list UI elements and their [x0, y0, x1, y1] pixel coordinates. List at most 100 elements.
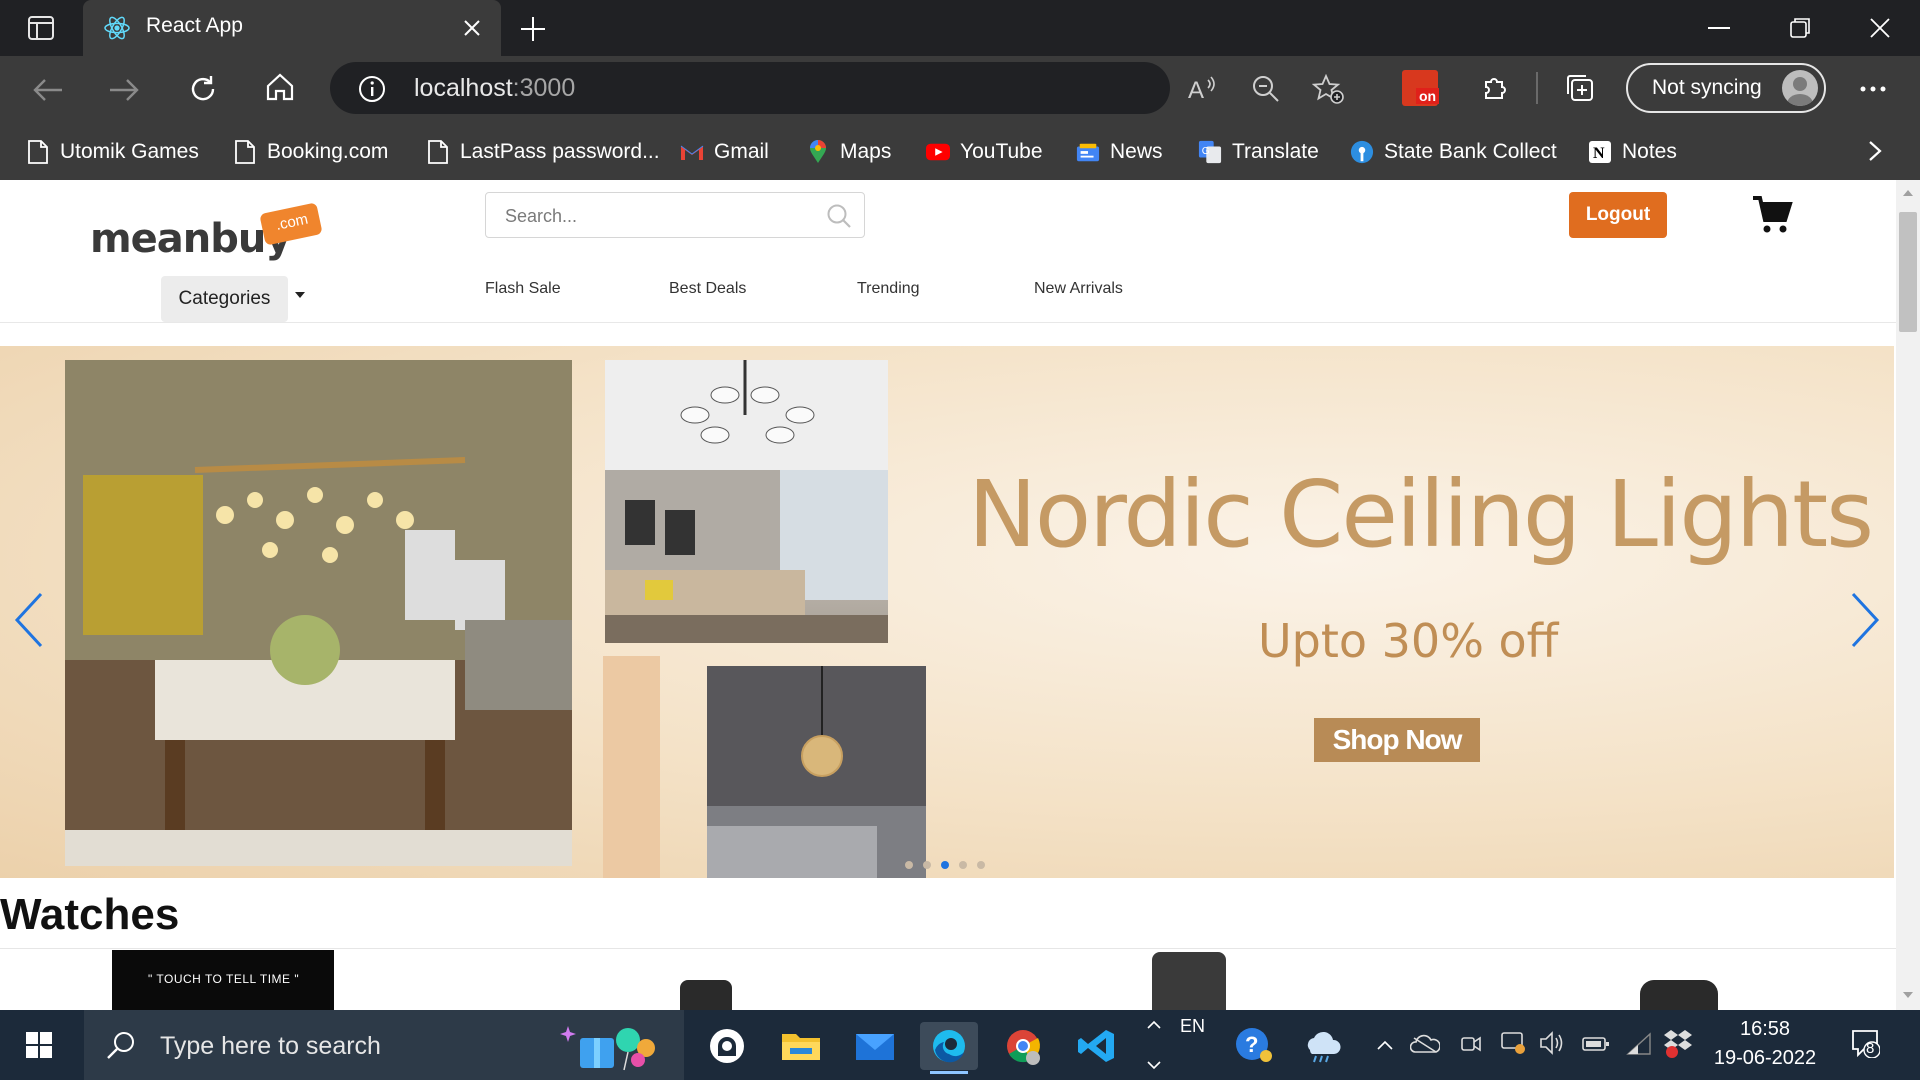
- carousel-dot[interactable]: [941, 861, 949, 869]
- watch-product-image[interactable]: [1152, 952, 1226, 1010]
- categories-button[interactable]: Categories: [161, 276, 288, 322]
- minimize-icon[interactable]: [1708, 27, 1730, 29]
- active-app-indicator: [930, 1071, 968, 1074]
- bookmark-maps[interactable]: Maps: [806, 132, 891, 172]
- edge-icon[interactable]: [920, 1022, 978, 1074]
- search-highlights-icon[interactable]: [558, 1020, 668, 1074]
- dropbox-icon[interactable]: [1664, 1028, 1692, 1058]
- input-language[interactable]: EN: [1180, 1016, 1205, 1037]
- caret-down-icon[interactable]: [295, 292, 305, 298]
- shop-now-button[interactable]: Shop Now: [1314, 718, 1480, 762]
- close-tab-icon[interactable]: [463, 19, 481, 37]
- youtube-icon: [926, 140, 950, 164]
- carousel-next-icon[interactable]: [1850, 592, 1880, 648]
- system-clock[interactable]: 16:58 19-06-2022: [1700, 1018, 1830, 1070]
- site-logo[interactable]: meanbuy .com: [90, 196, 323, 266]
- bookmark-booking[interactable]: Booking.com: [233, 132, 388, 172]
- hero-carousel[interactable]: Nordic Ceiling Lights Upto 30% off Shop …: [0, 346, 1894, 878]
- help-icon[interactable]: ?: [1234, 1026, 1274, 1064]
- file-explorer-icon[interactable]: [772, 1022, 830, 1070]
- bookmark-youtube[interactable]: YouTube: [926, 132, 1043, 172]
- bookmark-label: Translate: [1232, 140, 1319, 163]
- github-desktop-icon[interactable]: [698, 1022, 756, 1070]
- chevron-up-icon[interactable]: [1146, 1020, 1162, 1030]
- carousel-prev-icon[interactable]: [14, 592, 44, 648]
- weather-icon[interactable]: [1302, 1028, 1342, 1064]
- address-bar[interactable]: localhost:3000 A: [330, 62, 1344, 114]
- onedrive-icon[interactable]: [1410, 1034, 1440, 1054]
- add-favorite-icon[interactable]: [1312, 74, 1344, 104]
- vscode-icon[interactable]: [1068, 1022, 1126, 1070]
- header-divider: [0, 322, 1896, 323]
- search-icon[interactable]: [826, 203, 852, 229]
- logout-button[interactable]: Logout: [1569, 192, 1667, 238]
- profile-sync-button[interactable]: Not syncing: [1626, 63, 1826, 113]
- carousel-dot[interactable]: [959, 861, 967, 869]
- back-icon[interactable]: [32, 78, 64, 102]
- promo-text: " TOUCH TO TELL TIME ": [148, 972, 300, 986]
- scroll-down-icon[interactable]: [1903, 992, 1913, 998]
- notion-icon: N: [1588, 140, 1612, 164]
- svg-text:G: G: [1202, 146, 1210, 157]
- bookmark-label: YouTube: [960, 140, 1043, 163]
- cart-icon[interactable]: [1751, 194, 1793, 236]
- new-tab-icon[interactable]: [520, 16, 546, 42]
- scroll-thumb[interactable]: [1899, 212, 1917, 332]
- bookmark-gmail[interactable]: Gmail: [680, 132, 769, 172]
- section-divider: [0, 948, 1896, 949]
- show-hidden-icons-icon[interactable]: [1376, 1040, 1394, 1050]
- nav-trending[interactable]: Trending: [857, 280, 920, 298]
- watch-promo-card[interactable]: " TOUCH TO TELL TIME ": [112, 950, 334, 1010]
- taskbar-search-box[interactable]: Type here to search: [84, 1010, 684, 1080]
- zoom-out-icon[interactable]: [1252, 75, 1280, 103]
- meet-now-icon[interactable]: [1460, 1032, 1482, 1056]
- extensions-icon[interactable]: [1480, 72, 1510, 102]
- refresh-icon[interactable]: [188, 74, 218, 104]
- extension-on-icon[interactable]: on: [1402, 70, 1440, 106]
- home-icon[interactable]: [265, 72, 295, 102]
- svg-text:N: N: [1593, 145, 1605, 162]
- bookmark-label: Utomik Games: [60, 140, 199, 163]
- mail-icon[interactable]: [846, 1022, 904, 1070]
- bookmark-label: Booking.com: [267, 140, 389, 163]
- nav-best-deals[interactable]: Best Deals: [669, 280, 746, 298]
- restore-icon[interactable]: [1790, 18, 1810, 38]
- bookmark-news[interactable]: News: [1076, 132, 1163, 172]
- wifi-icon[interactable]: [1626, 1030, 1654, 1056]
- display-icon[interactable]: [1500, 1030, 1526, 1056]
- search-input[interactable]: Search...: [485, 192, 865, 238]
- forward-icon[interactable]: [108, 78, 140, 102]
- watch-product-image[interactable]: [680, 980, 732, 1010]
- chrome-icon[interactable]: [994, 1022, 1052, 1070]
- watch-product-image[interactable]: [1640, 980, 1718, 1010]
- tab-actions-icon[interactable]: [28, 16, 54, 40]
- carousel-dot[interactable]: [977, 861, 985, 869]
- more-bookmarks-icon[interactable]: [1868, 140, 1882, 162]
- close-window-icon[interactable]: [1870, 18, 1890, 38]
- clock-date: 19-06-2022: [1713, 1047, 1817, 1069]
- living-room-photo: [605, 360, 888, 643]
- notification-center-icon[interactable]: 8: [1850, 1028, 1880, 1058]
- nav-flash-sale[interactable]: Flash Sale: [485, 280, 561, 298]
- nav-new-arrivals[interactable]: New Arrivals: [1034, 280, 1123, 298]
- scroll-up-icon[interactable]: [1903, 190, 1913, 196]
- read-aloud-icon[interactable]: A: [1188, 74, 1218, 102]
- collections-icon[interactable]: [1564, 72, 1596, 104]
- logo-tag-text: .com: [274, 210, 310, 234]
- bookmark-lastpass[interactable]: LastPass password...: [426, 132, 660, 172]
- carousel-dot[interactable]: [923, 861, 931, 869]
- carousel-dot[interactable]: [905, 861, 913, 869]
- volume-icon[interactable]: [1538, 1030, 1566, 1056]
- battery-icon[interactable]: [1582, 1036, 1610, 1052]
- bookmark-notes[interactable]: N Notes: [1588, 132, 1677, 172]
- site-info-icon[interactable]: [358, 75, 386, 103]
- windows-start-icon[interactable]: [26, 1032, 52, 1058]
- tab-react-app[interactable]: React App: [83, 0, 501, 56]
- more-options-icon[interactable]: [1860, 86, 1886, 92]
- bookmark-state-bank[interactable]: State Bank Collect: [1350, 132, 1557, 172]
- bookmark-label: LastPass password...: [460, 140, 660, 163]
- page-scrollbar[interactable]: [1896, 180, 1920, 1010]
- bookmark-translate[interactable]: G Translate: [1198, 132, 1319, 172]
- bookmark-utomik-games[interactable]: Utomik Games: [26, 132, 199, 172]
- chevron-down-icon[interactable]: [1146, 1060, 1162, 1070]
